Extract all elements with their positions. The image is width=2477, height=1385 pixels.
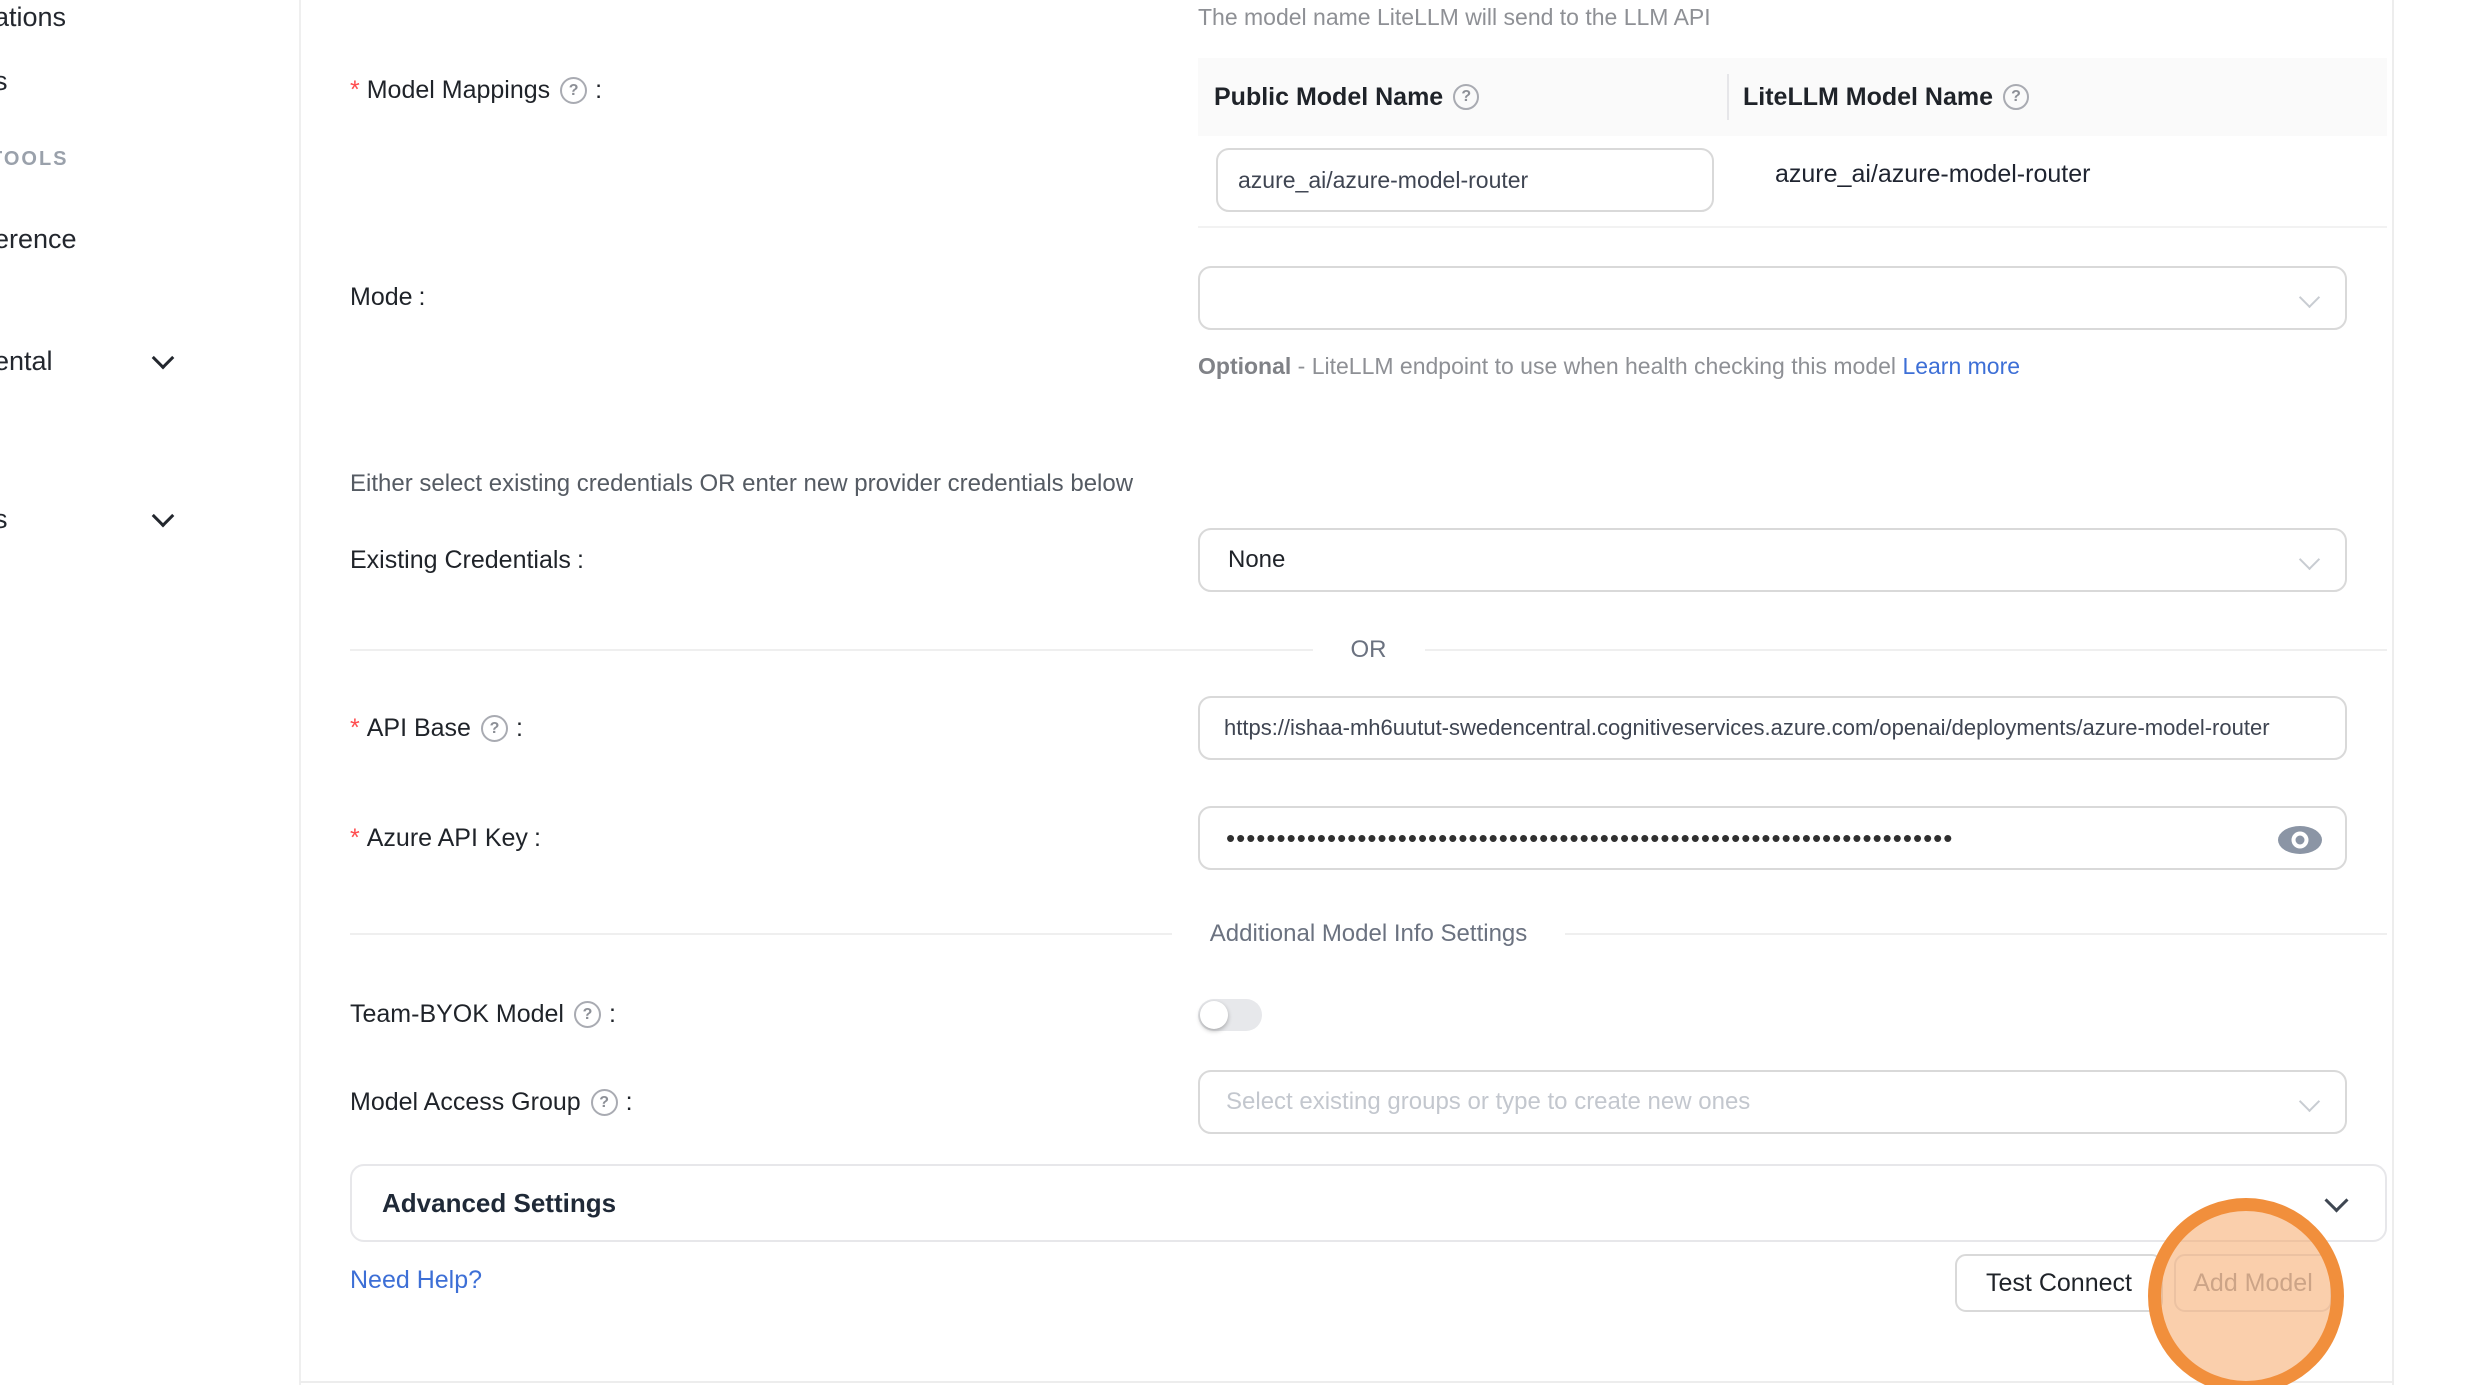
mode-select[interactable]	[1198, 266, 2347, 330]
azure-api-key-label: Azure API Key	[350, 824, 541, 853]
help-icon[interactable]	[591, 1089, 618, 1116]
model-access-group-label: Model Access Group	[350, 1088, 633, 1117]
api-base-input[interactable]	[1200, 698, 2345, 758]
panel-bottom-border	[300, 1381, 2392, 1383]
sidebar-item[interactable]: s	[0, 66, 8, 97]
chevron-down-icon	[2324, 1188, 2348, 1212]
model-access-group-input[interactable]	[1200, 1072, 2280, 1132]
sidebar-item-label: s	[0, 66, 8, 97]
existing-credentials-select[interactable]: None	[1198, 528, 2347, 592]
chevron-down-icon	[2299, 287, 2320, 308]
add-model-page: ations s TOOLS erence ental s The model …	[0, 0, 2477, 1385]
public-model-name-header: Public Model Name	[1198, 83, 1727, 112]
required-asterisk	[350, 824, 360, 853]
team-byok-label: Team-BYOK Model	[350, 1000, 616, 1029]
api-base-label: API Base	[350, 714, 523, 743]
litellm-model-name-value: azure_ai/azure-model-router	[1775, 160, 2090, 189]
chevron-down-icon	[2299, 1091, 2320, 1112]
column-divider	[1727, 74, 1729, 120]
help-icon[interactable]	[574, 1001, 601, 1028]
or-divider: OR	[350, 636, 2387, 664]
credentials-note: Either select existing credentials OR en…	[350, 470, 1133, 498]
sidebar-divider	[299, 0, 301, 1385]
help-icon[interactable]	[1453, 84, 1479, 110]
model-mappings-label: Model Mappings	[350, 76, 602, 105]
litellm-model-name-header: LiteLLM Model Name	[1727, 83, 2031, 112]
public-model-name-input[interactable]	[1216, 148, 1714, 212]
masked-api-key: ••••••••••••••••••••••••••••••••••••••••…	[1200, 823, 2240, 854]
chevron-down-icon[interactable]	[152, 505, 175, 528]
sidebar-item-label: s	[0, 504, 8, 535]
toggle-knob	[1200, 1001, 1228, 1029]
model-access-group-select[interactable]	[1198, 1070, 2347, 1134]
sidebar-item-label: erence	[0, 224, 77, 255]
model-mappings-table: Public Model Name LiteLLM Model Name azu…	[1198, 58, 2387, 228]
test-connect-button[interactable]: Test Connect	[1955, 1254, 2163, 1312]
existing-credentials-label: Existing Credentials	[350, 546, 584, 575]
sidebar-item[interactable]: ental	[0, 346, 53, 377]
add-model-button[interactable]: Add Model	[2174, 1254, 2332, 1312]
eye-icon[interactable]	[2277, 824, 2323, 856]
required-asterisk	[350, 714, 360, 743]
azure-api-key-field[interactable]: ••••••••••••••••••••••••••••••••••••••••…	[1198, 806, 2347, 870]
help-icon[interactable]	[481, 715, 508, 742]
help-icon[interactable]	[2003, 84, 2029, 110]
table-row: azure_ai/azure-model-router	[1198, 136, 2387, 226]
chevron-down-icon[interactable]	[152, 347, 175, 370]
panel-right-border	[2392, 0, 2394, 1385]
learn-more-link[interactable]: Learn more	[1902, 353, 2020, 379]
selected-value: None	[1200, 546, 1285, 574]
sidebar-section-label: TOOLS	[0, 148, 69, 170]
additional-settings-divider: Additional Model Info Settings	[350, 920, 2387, 948]
api-base-field	[1198, 696, 2347, 760]
team-byok-toggle[interactable]	[1198, 999, 1262, 1031]
required-asterisk	[350, 76, 360, 105]
sidebar-section-heading: TOOLS	[0, 148, 69, 171]
sidebar-item[interactable]: erence	[0, 224, 77, 255]
sidebar-item[interactable]: ations	[0, 2, 66, 33]
sidebar-item[interactable]: s	[0, 504, 8, 535]
model-mappings-table-header: Public Model Name LiteLLM Model Name	[1198, 58, 2387, 136]
model-name-helper-text: The model name LiteLLM will send to the …	[1198, 4, 1711, 31]
sidebar-item-label: ations	[0, 2, 66, 33]
mode-label: Mode	[350, 283, 426, 312]
help-icon[interactable]	[560, 77, 587, 104]
chevron-down-icon	[2299, 549, 2320, 570]
advanced-settings-panel[interactable]: Advanced Settings	[350, 1164, 2387, 1242]
sidebar-item-label: ental	[0, 346, 53, 377]
mode-helper-text: Optional - LiteLLM endpoint to use when …	[1198, 346, 2048, 387]
need-help-link[interactable]: Need Help?	[350, 1266, 482, 1295]
